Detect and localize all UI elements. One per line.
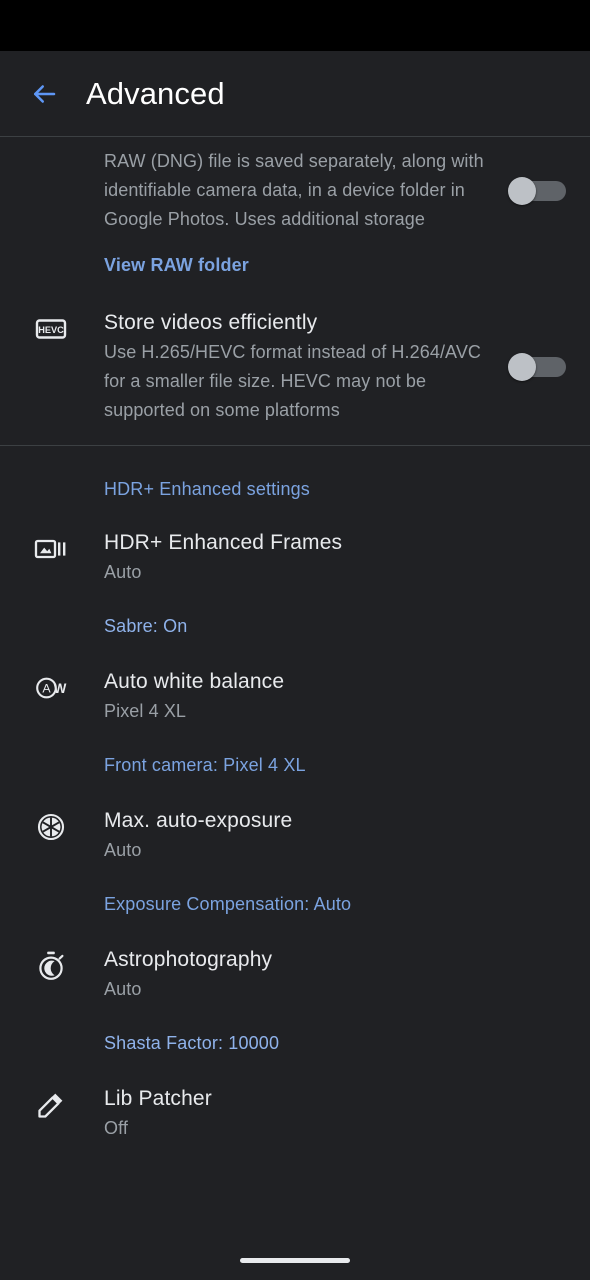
astro-icon-slot [0,945,104,983]
photo-burst-icon [34,532,68,566]
toggle-thumb [508,176,536,205]
aperture-icon [34,810,68,844]
sabre-link[interactable]: Sabre: On [104,613,187,639]
stopwatch-moon-icon [34,949,68,983]
hdr-plus-enhanced-frames-setting[interactable]: HDR+ Enhanced Frames Auto [0,528,590,587]
max-auto-exposure-value: Auto [104,840,142,860]
exposure-compensation-link[interactable]: Exposure Compensation: Auto [104,891,351,917]
raw-dng-text: RAW (DNG) file is saved separately, alon… [104,147,508,234]
eyedropper-icon [34,1088,68,1122]
lib-patcher-title: Lib Patcher [104,1087,212,1110]
svg-text:HEVC: HEVC [38,325,64,335]
raw-dng-icon-slot [0,147,104,151]
auto-white-balance-setting[interactable]: A W Auto white balance Pixel 4 XL [0,667,590,726]
hdr-plus-enhanced-settings-link[interactable]: HDR+ Enhanced settings [104,476,310,502]
astrophotography-setting[interactable]: Astrophotography Auto [0,945,590,1004]
view-raw-folder-row[interactable]: View RAW folder [0,234,590,300]
raw-dng-setting[interactable]: RAW (DNG) file is saved separately, alon… [0,137,590,234]
view-raw-folder-link[interactable]: View RAW folder [104,252,249,278]
hdr-frames-value: Auto [104,562,142,582]
awb-text: Auto white balance Pixel 4 XL [104,667,566,726]
max-auto-exposure-title: Max. auto-exposure [104,809,293,832]
sabre-row[interactable]: Sabre: On [0,587,590,667]
awb-icon-slot: A W [0,667,104,705]
app-bar: Advanced [0,51,590,136]
front-camera-row[interactable]: Front camera: Pixel 4 XL [0,726,590,806]
astrophotography-text: Astrophotography Auto [104,945,566,1004]
status-bar [0,0,590,51]
shasta-factor-link[interactable]: Shasta Factor: 10000 [104,1030,279,1056]
lib-patcher-value: Off [104,1118,128,1138]
raw-dng-toggle[interactable] [508,174,566,208]
awb-value: Pixel 4 XL [104,701,187,721]
lib-patcher-setting[interactable]: Lib Patcher Off [0,1084,590,1143]
arrow-left-icon [29,79,59,109]
store-videos-icon-slot: HEVC [0,308,104,346]
store-videos-efficiently-setting[interactable]: HEVC Store videos efficiently Use H.265/… [0,300,590,445]
back-button[interactable] [16,66,72,122]
lib-patcher-text: Lib Patcher Off [104,1084,566,1143]
hdr-frames-icon-slot [0,528,104,566]
raw-dng-description: RAW (DNG) file is saved separately, alon… [104,151,484,229]
toggle-thumb [508,352,536,381]
astrophotography-title: Astrophotography [104,948,273,971]
svg-text:A: A [42,682,51,696]
exposure-compensation-row[interactable]: Exposure Compensation: Auto [0,865,590,945]
shasta-factor-row[interactable]: Shasta Factor: 10000 [0,1004,590,1084]
aperture-icon-slot [0,806,104,844]
settings-list[interactable]: RAW (DNG) file is saved separately, alon… [0,136,590,1240]
max-auto-exposure-setting[interactable]: Max. auto-exposure Auto [0,806,590,865]
store-videos-text: Store videos efficiently Use H.265/HEVC … [104,308,508,425]
svg-text:W: W [54,681,67,696]
hevc-icon: HEVC [34,312,68,346]
awb-title: Auto white balance [104,670,285,693]
front-camera-link[interactable]: Front camera: Pixel 4 XL [104,752,306,778]
phone-screen: Advanced RAW (DNG) file is saved separat… [0,0,590,1280]
gesture-handle[interactable] [240,1257,350,1263]
lib-patcher-icon-slot [0,1084,104,1122]
hdr-plus-enhanced-settings-row[interactable]: HDR+ Enhanced settings [0,446,590,528]
hdr-frames-title: HDR+ Enhanced Frames [104,531,343,554]
navigation-bar [0,1240,590,1280]
page-title: Advanced [86,75,225,111]
store-videos-title: Store videos efficiently [104,311,318,334]
auto-white-balance-icon: A W [34,671,68,705]
store-videos-description: Use H.265/HEVC format instead of H.264/A… [104,342,482,420]
astrophotography-value: Auto [104,979,142,999]
max-auto-exposure-text: Max. auto-exposure Auto [104,806,566,865]
hdr-frames-text: HDR+ Enhanced Frames Auto [104,528,566,587]
store-videos-efficiently-toggle[interactable] [508,350,566,384]
